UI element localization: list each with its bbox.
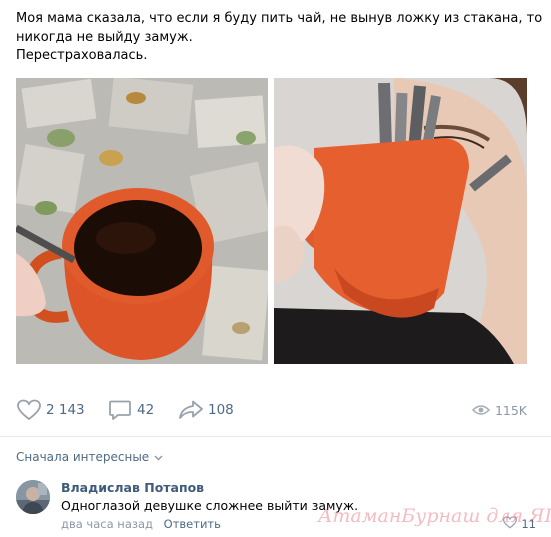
share-arrow-icon bbox=[178, 398, 204, 422]
speech-bubble-icon bbox=[107, 398, 133, 422]
comment-text: Одноглазой девушке сложнее выйти замуж. bbox=[61, 498, 359, 513]
comment-sort-dropdown[interactable]: Сначала интересные bbox=[16, 450, 163, 464]
comment-timestamp[interactable]: два часа назад bbox=[61, 517, 153, 531]
heart-icon bbox=[16, 398, 42, 422]
view-counter: 115K bbox=[471, 394, 527, 426]
like-button[interactable]: 2 143 bbox=[16, 394, 85, 426]
heart-icon bbox=[503, 514, 518, 533]
post-actions: 2 143 42 108 115K bbox=[0, 394, 551, 426]
share-count: 108 bbox=[208, 402, 234, 418]
view-count: 115K bbox=[494, 402, 527, 418]
comment-sort-label: Сначала интересные bbox=[16, 450, 150, 464]
post-text-line: Моя мама сказала, что если я буду пить ч… bbox=[16, 11, 543, 26]
avatar[interactable] bbox=[16, 480, 50, 514]
post-text-line: никогда не выйду замуж. bbox=[16, 29, 193, 45]
comment-author-link[interactable]: Владислав Потапов bbox=[61, 480, 204, 495]
share-button[interactable]: 108 bbox=[178, 394, 234, 426]
comment-count: 42 bbox=[137, 402, 155, 418]
comment-button[interactable]: 42 bbox=[107, 394, 154, 426]
divider bbox=[0, 436, 551, 437]
post-photo-mug-on-table[interactable] bbox=[16, 78, 268, 364]
comment-item: Владислав Потапов Одноглазой девушке сло… bbox=[16, 478, 536, 534]
eye-icon bbox=[471, 404, 490, 416]
post-text: Моя мама сказала, что если я буду пить ч… bbox=[16, 10, 543, 66]
post-photo-mug-with-spoons[interactable] bbox=[274, 78, 527, 364]
like-count: 2 143 bbox=[46, 402, 85, 418]
comment-like-button[interactable]: 11 bbox=[503, 514, 536, 533]
reply-button[interactable]: Ответить bbox=[164, 517, 221, 531]
comment-meta: два часа назад Ответить bbox=[61, 517, 221, 531]
comment-like-count: 11 bbox=[521, 516, 536, 531]
post-text-line: Перестраховалась. bbox=[16, 48, 148, 63]
chevron-down-icon bbox=[154, 450, 163, 464]
